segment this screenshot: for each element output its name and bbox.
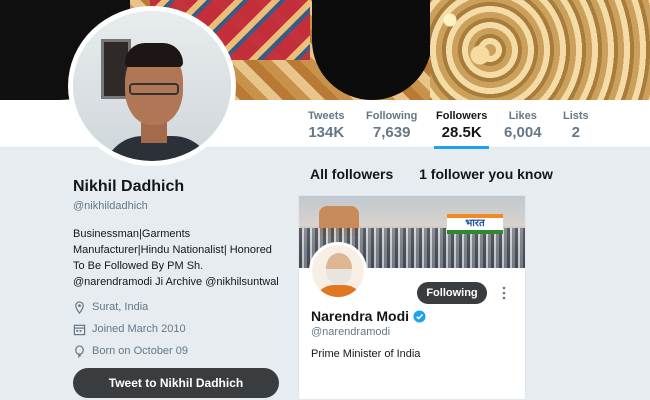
location-text: Surat, India [92, 301, 149, 313]
profile-birthday: Born on October 09 [73, 340, 293, 362]
stat-label: Following [366, 110, 418, 122]
profile-location: Surat, India [73, 296, 293, 318]
profile-handle[interactable]: @nikhildadhich [73, 200, 293, 212]
calendar-icon [73, 324, 86, 335]
avatar-detail [125, 43, 183, 67]
balloon-icon [75, 344, 84, 358]
stat-followers[interactable]: Followers 28.5K [433, 110, 490, 149]
stat-label: Likes [508, 110, 537, 122]
stat-value: 28.5K [441, 124, 482, 141]
stat-following[interactable]: Following 7,639 [366, 110, 417, 141]
banner-sign: भारत [447, 214, 503, 234]
more-options-icon[interactable] [501, 286, 507, 300]
profile-joined: Joined March 2010 [73, 318, 293, 340]
banner-shape [312, 0, 432, 100]
tweet-to-button[interactable]: Tweet to Nikhil Dadhich [73, 368, 279, 398]
avatar-detail [314, 285, 364, 297]
following-button[interactable]: Following [417, 282, 487, 304]
tab-all-followers[interactable]: All followers [310, 166, 393, 182]
stat-label: Followers [436, 110, 488, 122]
stat-value: 6,004 [504, 124, 542, 141]
card-name[interactable]: Narendra Modi [311, 308, 426, 324]
stat-tweets[interactable]: Tweets 134K [308, 110, 344, 141]
location-pin-icon [75, 300, 84, 314]
card-avatar[interactable] [309, 242, 367, 300]
avatar-detail [326, 269, 352, 285]
card-bio: Prime Minister of India [311, 348, 421, 360]
card-handle[interactable]: @narendramodi [311, 326, 390, 338]
followers-tabs: All followers 1 follower you know [310, 166, 575, 182]
stat-lists[interactable]: Lists 2 [563, 110, 589, 141]
joined-text: Joined March 2010 [92, 323, 186, 335]
profile-name[interactable]: Nikhil Dadhich [73, 178, 293, 196]
verified-badge-icon [413, 309, 426, 323]
birthday-text: Born on October 09 [92, 345, 189, 357]
stat-value: 134K [308, 124, 345, 141]
profile-avatar[interactable] [68, 6, 236, 166]
stat-label: Lists [563, 110, 589, 122]
profile-bio: Businessman|Garments Manufacturer|Hindu … [73, 228, 279, 288]
tab-followers-you-know[interactable]: 1 follower you know [419, 166, 553, 182]
stat-value: 2 [571, 124, 581, 141]
card-name-text: Narendra Modi [311, 308, 410, 324]
avatar-detail [129, 83, 179, 95]
banner-pattern [430, 0, 650, 100]
follower-card[interactable]: भारत Following Narendra Modi @narendramo… [298, 195, 526, 400]
stat-value: 7,639 [372, 124, 411, 141]
stat-label: Tweets [308, 110, 345, 122]
profile-info: Nikhil Dadhich @nikhildadhich Businessma… [73, 178, 293, 362]
stat-likes[interactable]: Likes 6,004 [504, 110, 542, 141]
